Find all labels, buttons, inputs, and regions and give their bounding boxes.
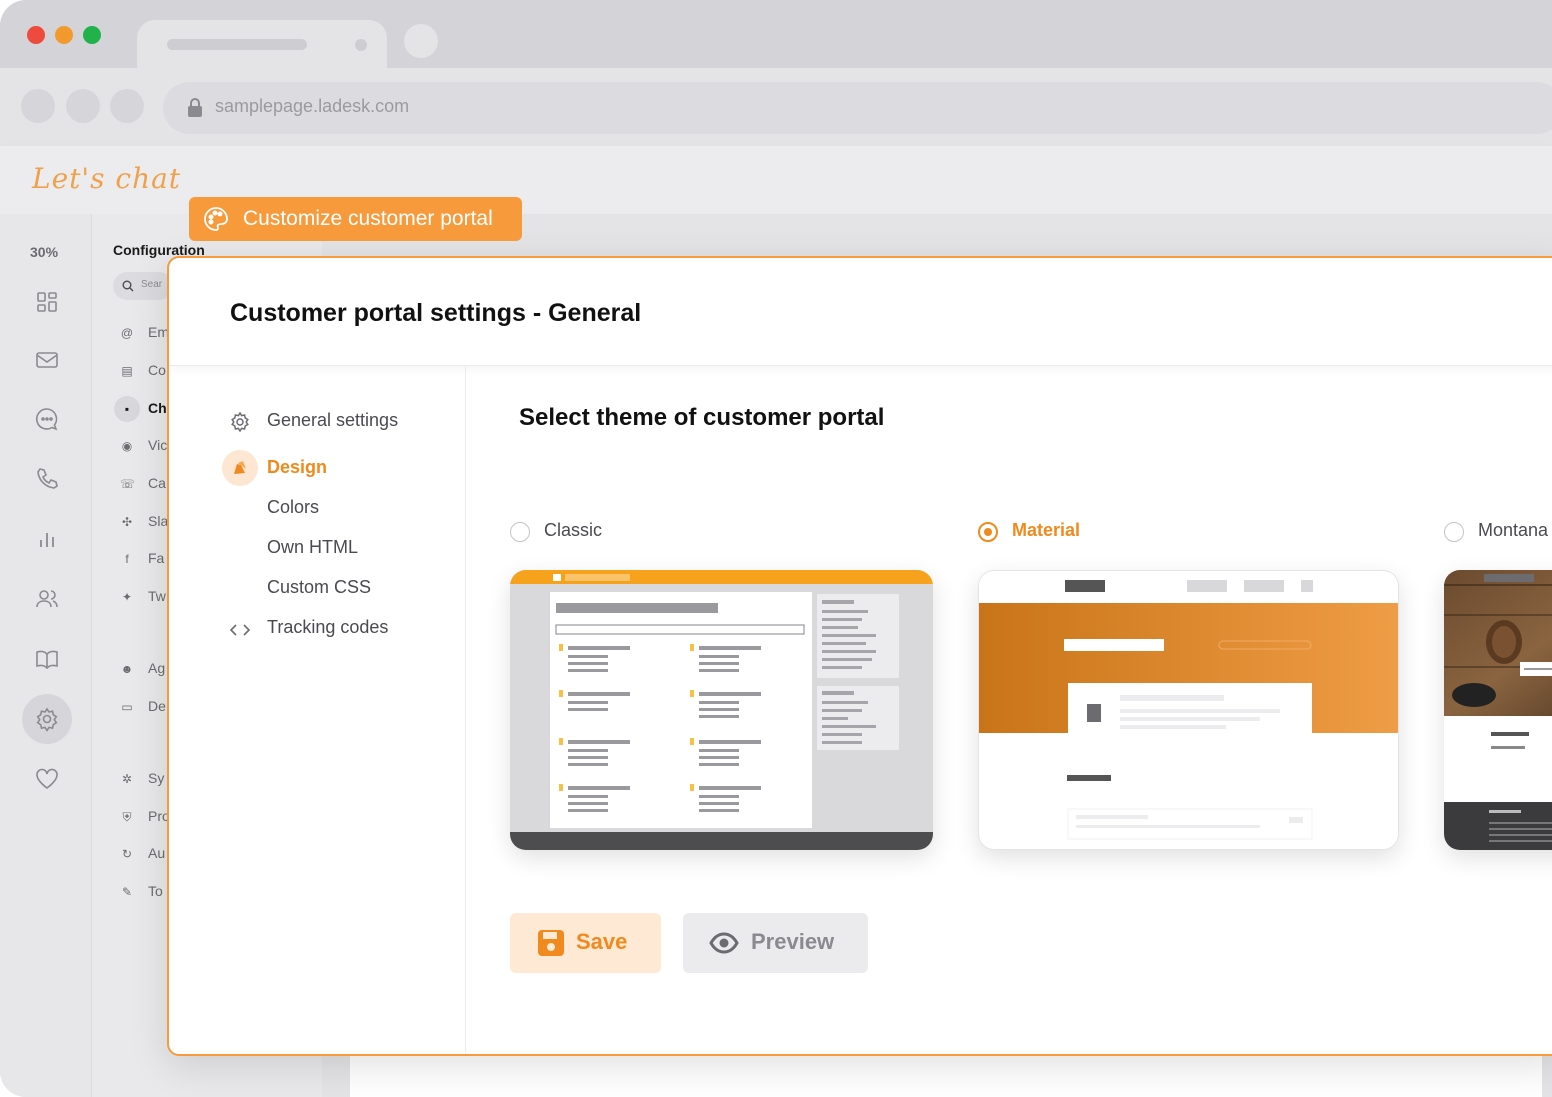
theme-material-label[interactable]: Material (1012, 520, 1080, 541)
section-title: Select theme of customer portal (519, 404, 885, 431)
system-icon: ✲ (121, 772, 133, 786)
forward-button[interactable] (66, 89, 100, 123)
video-icon: ◉ (121, 439, 133, 453)
phone-icon[interactable] (34, 466, 60, 492)
browser-toolbar: samplepage.ladesk.com (0, 68, 1552, 146)
save-button[interactable]: Save (510, 913, 661, 973)
browser-tab[interactable] (137, 20, 387, 68)
theme-material-radio[interactable] (978, 522, 998, 542)
preview-button[interactable]: Preview (683, 913, 868, 973)
theme-montana-radio[interactable] (1444, 522, 1464, 542)
floppy-disk-icon (538, 930, 564, 956)
slack-icon: ✣ (121, 515, 133, 529)
theme-classic-radio[interactable] (510, 522, 530, 542)
automation-icon: ↻ (121, 847, 133, 861)
phone-small-icon: ☏ (120, 477, 136, 491)
config-search-input[interactable]: Sear (113, 272, 173, 300)
nav-colors[interactable]: Colors (267, 497, 319, 518)
heart-icon[interactable] (34, 766, 60, 792)
modal-header: Customer portal settings - General (169, 258, 1552, 366)
tab-title-placeholder (167, 39, 307, 50)
modal-title: Customer portal settings - General (230, 299, 642, 327)
mail-icon[interactable] (34, 347, 60, 373)
config-search-placeholder: Sear (141, 279, 163, 290)
gear-icon (231, 411, 249, 433)
preview-label: Preview (751, 929, 835, 954)
app-logo: Let's chat (32, 162, 182, 195)
nav-general-settings[interactable]: General settings (267, 410, 398, 431)
config-item-slack[interactable]: ✣ Sla (120, 513, 168, 529)
chat-icon[interactable] (34, 406, 60, 432)
twitter-icon: ✦ (121, 590, 133, 604)
url-text: samplepage.ladesk.com (215, 96, 410, 116)
nav-design[interactable]: Design (267, 457, 327, 478)
theme-montana-preview[interactable] (1444, 570, 1552, 850)
config-item-contact-form[interactable]: ▤ Co (120, 362, 166, 378)
reports-icon[interactable] (34, 527, 60, 553)
configuration-gear-icon[interactable] (34, 706, 60, 732)
background-content (350, 1050, 1542, 1097)
config-item-twitter[interactable]: ✦ Tw (120, 588, 166, 604)
customer-portal-settings-modal: Customer portal settings - General Gener… (167, 256, 1552, 1056)
customize-portal-label: Customize customer portal (243, 207, 493, 230)
code-icon (229, 624, 251, 636)
minimize-window-button[interactable] (55, 26, 73, 44)
search-icon (122, 280, 134, 292)
form-icon: ▤ (121, 364, 133, 378)
nav-own-html[interactable]: Own HTML (267, 537, 358, 558)
palette-icon (204, 207, 228, 231)
config-item-tools[interactable]: ✎ To (120, 883, 163, 899)
material-preview-graphic (979, 571, 1398, 840)
close-window-button[interactable] (27, 26, 45, 44)
shield-icon: ⛨ (122, 810, 132, 824)
theme-classic-label[interactable]: Classic (544, 520, 602, 541)
chat-bubble-icon: ▪ (124, 402, 130, 416)
back-button[interactable] (21, 89, 55, 123)
save-label: Save (576, 929, 628, 954)
config-item-chat[interactable]: ▪ Ch (120, 400, 167, 416)
knowledgebase-icon[interactable] (34, 646, 60, 672)
reload-button[interactable] (110, 89, 144, 123)
address-bar[interactable]: samplepage.ladesk.com (163, 82, 1552, 134)
config-item-departments[interactable]: ▭ De (120, 698, 166, 714)
customize-portal-tag: Customize customer portal (189, 197, 522, 241)
nav-tracking-codes[interactable]: Tracking codes (267, 617, 388, 638)
dashboard-icon[interactable] (34, 289, 60, 315)
config-item-email[interactable]: @ Em (120, 324, 169, 340)
agent-icon: ☻ (120, 662, 134, 676)
lock-icon (188, 98, 202, 117)
config-item-automation[interactable]: ↻ Au (120, 845, 165, 861)
theme-material-preview[interactable] (978, 570, 1399, 850)
config-item-facebook[interactable]: f Fa (120, 550, 164, 566)
maximize-window-button[interactable] (83, 26, 101, 44)
nav-custom-css[interactable]: Custom CSS (267, 577, 371, 598)
config-item-call[interactable]: ☏ Ca (120, 475, 166, 491)
tab-close-icon[interactable] (355, 39, 367, 51)
config-item-privacy[interactable]: ⛨ Pro (120, 808, 169, 825)
new-tab-button[interactable] (404, 24, 438, 58)
facebook-icon: f (125, 552, 129, 566)
eye-icon (709, 932, 739, 954)
contacts-icon[interactable] (34, 586, 60, 612)
at-icon: @ (120, 326, 134, 340)
theme-classic-preview[interactable] (510, 570, 933, 850)
design-icon (222, 450, 258, 486)
config-item-system[interactable]: ✲ Sy (120, 770, 164, 786)
montana-preview-graphic (1444, 570, 1552, 850)
theme-montana-label[interactable]: Montana (1478, 520, 1548, 541)
usage-percent: 30% (30, 244, 59, 260)
config-item-agents[interactable]: ☻ Ag (120, 660, 165, 676)
browser-titlebar (0, 0, 1552, 68)
wrench-icon: ✎ (121, 885, 133, 899)
classic-preview-graphic (510, 570, 933, 850)
config-item-video[interactable]: ◉ Vic (120, 437, 167, 453)
folder-icon: ▭ (121, 700, 133, 714)
